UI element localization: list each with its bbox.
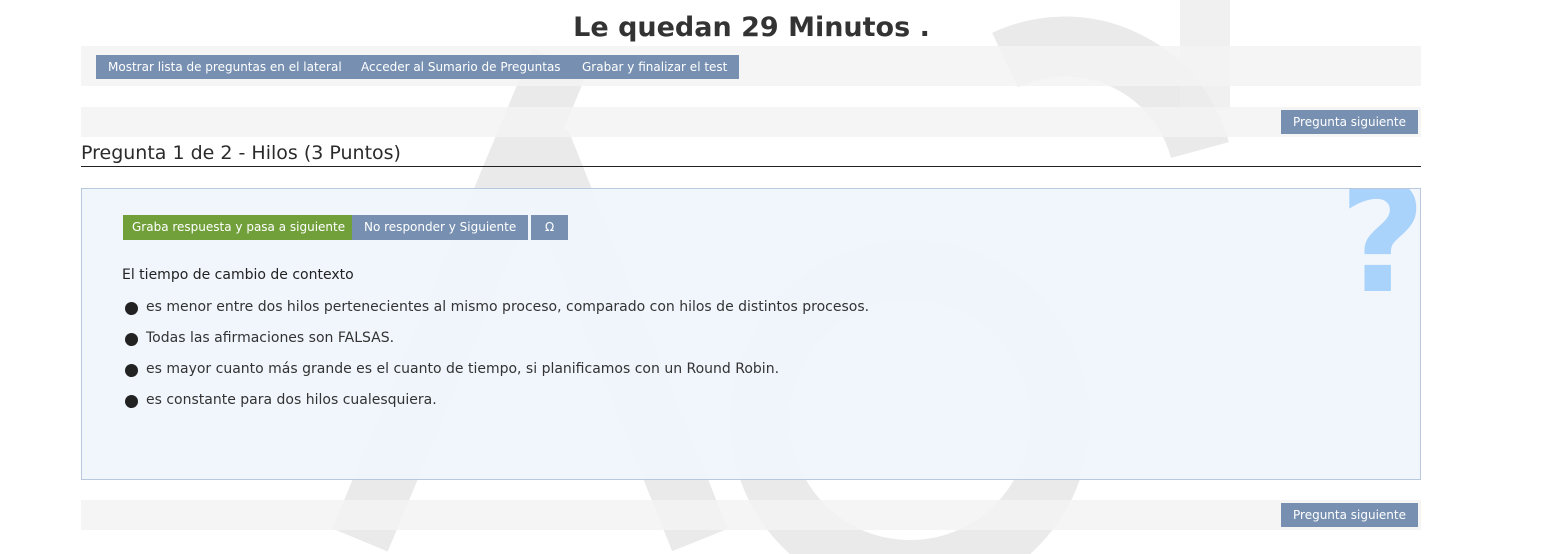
answer-option-label: Todas las afirmaciones son FALSAS. [146, 330, 395, 346]
question-statement: El tiempo de cambio de contexto [122, 267, 354, 283]
answer-option[interactable]: es constante para dos hilos cualesquiera… [125, 392, 437, 408]
answer-option[interactable]: es menor entre dos hilos pertenecientes … [125, 299, 869, 315]
answer-option[interactable]: es mayor cuanto más grande es el cuanto … [125, 361, 779, 377]
answer-option-label: es menor entre dos hilos pertenecientes … [146, 299, 870, 315]
save-answer-next-button[interactable]: Graba respuesta y pasa a siguiente [123, 215, 355, 240]
radio-button-icon[interactable] [125, 301, 138, 315]
show-question-list-button[interactable]: Mostrar lista de preguntas en el lateral [96, 55, 354, 79]
answer-option[interactable]: Todas las afirmaciones son FALSAS. [125, 330, 394, 346]
question-title: Pregunta 1 de 2 - Hilos (3 Puntos) [81, 140, 1421, 167]
answer-option-label: es mayor cuanto más grande es el cuanto … [146, 361, 780, 377]
top-navigation-bar: Pregunta siguiente [81, 107, 1421, 137]
radio-button-icon[interactable] [125, 332, 138, 346]
radio-button-icon[interactable] [125, 394, 138, 408]
top-toolbar: Mostrar lista de preguntas en el lateral… [81, 46, 1421, 86]
question-panel: ? Graba respuesta y pasa a siguiente No … [81, 188, 1421, 480]
omega-button[interactable]: Ω [531, 215, 569, 240]
next-question-button-top[interactable]: Pregunta siguiente [1281, 110, 1418, 134]
save-and-finish-button[interactable]: Grabar y finalizar el test [570, 55, 740, 79]
test-page: Le quedan 29 Minutos . Mostrar lista de … [0, 0, 1559, 554]
question-summary-button[interactable]: Acceder al Sumario de Preguntas [349, 55, 573, 79]
question-mark-icon: ? [1338, 188, 1421, 327]
next-question-button-bottom[interactable]: Pregunta siguiente [1281, 503, 1418, 527]
bottom-navigation-bar: Pregunta siguiente [81, 500, 1421, 530]
skip-question-button[interactable]: No responder y Siguiente [352, 215, 529, 240]
time-remaining: Le quedan 29 Minutos . [573, 12, 930, 43]
answer-option-label: es constante para dos hilos cualesquiera… [146, 392, 437, 408]
radio-button-icon[interactable] [125, 363, 138, 377]
